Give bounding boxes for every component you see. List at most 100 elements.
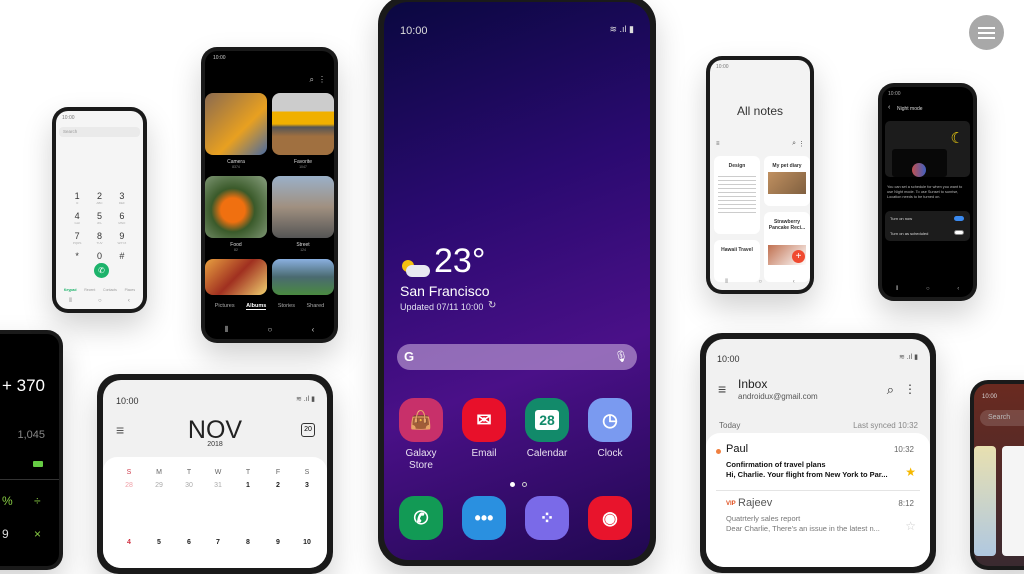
backspace-icon[interactable] [33, 461, 43, 467]
app-clock[interactable]: ◷ [588, 398, 632, 442]
album-camera[interactable] [205, 93, 267, 155]
calendar-day[interactable]: 5 [149, 539, 169, 546]
tab-recent[interactable]: Recent [84, 288, 95, 292]
recent-app-card[interactable] [974, 446, 996, 556]
email-item[interactable]: VIP Rajeev 8:12 Quatrterly sales report … [716, 493, 920, 543]
tab-pictures[interactable]: Pictures [215, 303, 235, 310]
recent-app-card[interactable] [1002, 446, 1024, 556]
calc-key[interactable]: 9 [2, 527, 9, 541]
note-card[interactable]: My pet diary [764, 156, 810, 206]
calendar-day[interactable]: 2 [268, 482, 288, 489]
dial-key[interactable]: 7 PQRS [66, 231, 88, 245]
dial-key[interactable]: # [111, 251, 133, 265]
dock-messages[interactable]: ••• [462, 496, 506, 540]
calendar-day[interactable]: 30 [179, 482, 199, 489]
calc-key[interactable]: % [2, 494, 13, 508]
scheduled-toggle[interactable] [954, 230, 964, 235]
search-input[interactable]: Search [59, 127, 140, 137]
calendar-day[interactable]: 29 [149, 482, 169, 489]
back-icon[interactable]: ‹ [888, 104, 890, 111]
dock-phone[interactable]: ✆ [399, 496, 443, 540]
home-icon[interactable]: ○ [926, 286, 930, 293]
turn-on-now-toggle[interactable] [954, 216, 964, 221]
home-icon[interactable]: ○ [759, 279, 763, 286]
note-card[interactable]: Design [714, 156, 760, 234]
calendar-day[interactable]: 4 [119, 539, 139, 546]
calendar-day[interactable]: 28 [119, 482, 139, 489]
calendar-day[interactable]: 1 [238, 482, 258, 489]
search-icon[interactable]: ⌕ [792, 140, 796, 148]
dock-camera[interactable]: ◉ [588, 496, 632, 540]
calendar-day[interactable]: 3 [297, 482, 317, 489]
app-calendar[interactable]: 28 [525, 398, 569, 442]
album[interactable] [205, 259, 267, 295]
calendar-day[interactable]: 10 [297, 539, 317, 546]
dial-key[interactable]: 8 TUV [88, 231, 110, 245]
today-button[interactable]: 20 [301, 423, 315, 437]
dial-key[interactable]: 9 WXYZ [111, 231, 133, 245]
back-icon[interactable]: ‹ [312, 325, 315, 335]
star-outline-icon[interactable]: ☆ [905, 519, 916, 533]
calendar-day[interactable]: 9 [268, 539, 288, 546]
weather-temp[interactable]: 23° [434, 242, 485, 281]
key-digit: 9 [119, 231, 125, 241]
album-food[interactable] [205, 176, 267, 238]
dial-key[interactable]: 5 JKL [88, 211, 110, 225]
tab-shared[interactable]: Shared [306, 303, 324, 310]
calc-key[interactable]: × [34, 527, 41, 541]
dial-key[interactable]: * [66, 251, 88, 265]
recents-icon[interactable]: ⦀ [225, 325, 229, 335]
star-icon[interactable]: ★ [905, 465, 916, 479]
tab-albums[interactable]: Albums [246, 303, 267, 310]
menu-button[interactable] [969, 15, 1004, 50]
album-favorite[interactable] [272, 93, 334, 155]
home-icon[interactable]: ○ [98, 298, 102, 305]
menu-icon[interactable]: ≡ [716, 141, 720, 147]
note-card[interactable]: Hawaii Travel [714, 240, 760, 282]
calendar-day[interactable]: 8 [238, 539, 258, 546]
album-street[interactable] [272, 176, 334, 238]
menu-icon[interactable]: ≡ [718, 381, 726, 397]
dock-bixby[interactable]: ⁘ [525, 496, 569, 540]
tab-stories[interactable]: Stories [278, 303, 295, 310]
app-email[interactable]: ✉ [462, 398, 506, 442]
back-icon[interactable]: ‹ [957, 286, 959, 293]
home-icon[interactable]: ○ [268, 325, 273, 335]
back-icon[interactable]: ‹ [793, 279, 795, 286]
calendar-day[interactable]: 6 [179, 539, 199, 546]
app-galaxy-store[interactable]: 👜 [399, 398, 443, 442]
search-icon[interactable]: ⌕ [887, 382, 894, 398]
phone-icon: ✆ [413, 507, 429, 528]
search-input[interactable]: Search [980, 410, 1024, 426]
more-icon[interactable]: ⋮ [904, 382, 916, 396]
status-time: 10:00 [62, 115, 75, 121]
email-item[interactable]: Paul 10:32 Confirmation of travel plans … [716, 439, 920, 491]
mic-icon[interactable]: 🎙 [614, 350, 628, 363]
page-indicator[interactable] [522, 482, 527, 487]
more-icon[interactable]: ⋮ [798, 140, 805, 148]
dial-key[interactable]: 6 MNO [111, 211, 133, 225]
dial-key[interactable]: 3 DEF [111, 191, 133, 205]
note-card[interactable]: Strawberry Pancake Reci... [764, 212, 810, 282]
calendar-day[interactable]: 31 [208, 482, 228, 489]
tab-places[interactable]: Places [125, 288, 136, 292]
tab-keypad[interactable]: Keypad [64, 288, 77, 292]
more-icon[interactable]: ⋮ [318, 75, 326, 84]
page-indicator-active[interactable] [510, 482, 515, 487]
recents-icon[interactable]: ⦀ [896, 286, 899, 293]
calc-key[interactable]: ÷ [34, 494, 41, 508]
dial-key[interactable]: 4 GHI [66, 211, 88, 225]
refresh-icon[interactable]: ↻ [488, 300, 496, 311]
dial-key[interactable]: 2 ABC [88, 191, 110, 205]
google-search-bar[interactable]: G 🎙 [397, 344, 637, 370]
search-icon[interactable]: ⌕ [310, 75, 314, 85]
recents-icon[interactable]: ⦀ [69, 298, 72, 305]
call-button[interactable]: ✆ [94, 263, 109, 278]
add-note-button[interactable]: + [792, 250, 805, 263]
calendar-day[interactable]: 7 [208, 539, 228, 546]
tab-contacts[interactable]: Contacts [103, 288, 117, 292]
recents-icon[interactable]: ⦀ [725, 279, 728, 286]
album[interactable] [272, 259, 334, 295]
back-icon[interactable]: ‹ [128, 298, 130, 305]
dial-key[interactable]: 1ʘ [66, 191, 88, 205]
